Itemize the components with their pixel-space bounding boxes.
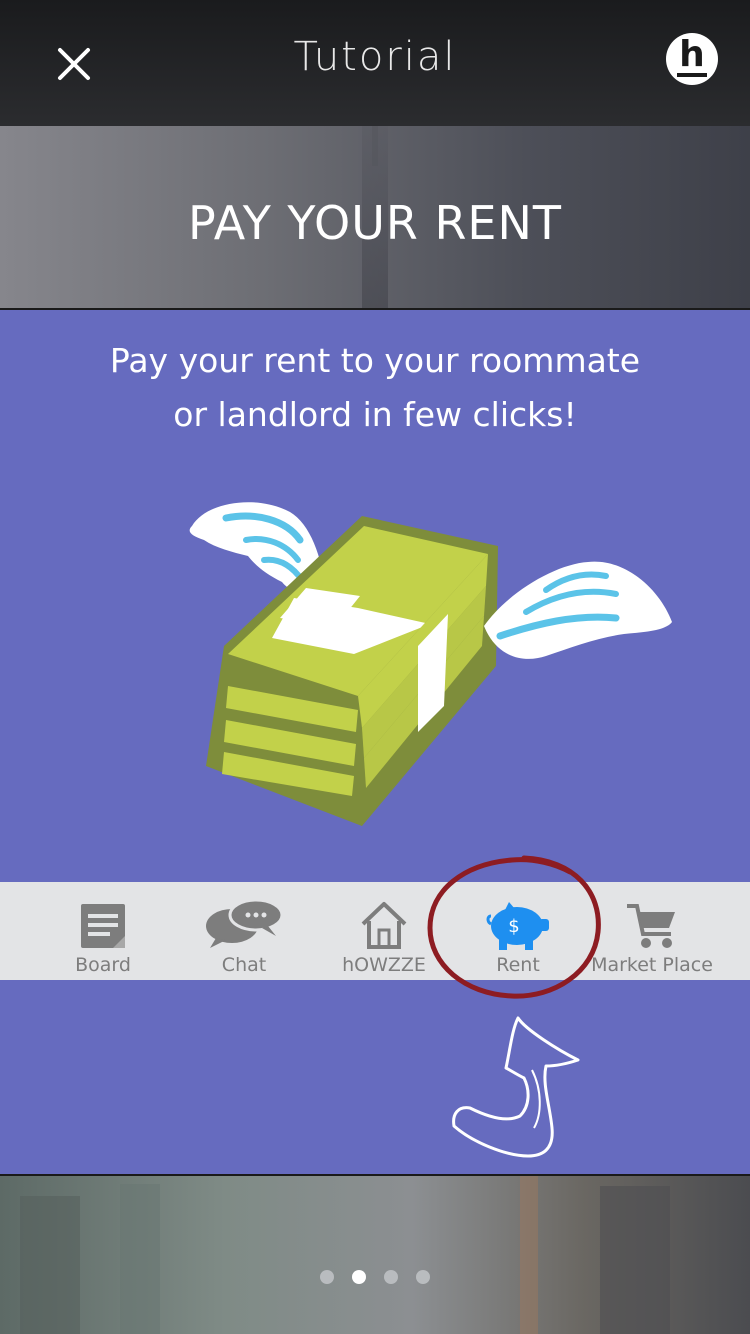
tab-label-chat: Chat xyxy=(221,954,267,976)
tutorial-panel: Pay your rent to your roommate or landlo… xyxy=(0,310,750,1174)
page-dot-4[interactable] xyxy=(416,1270,430,1284)
description-line-1: Pay your rent to your roommate xyxy=(109,341,641,380)
tab-board[interactable]: Board xyxy=(56,882,150,980)
tab-label-rent: Rent xyxy=(496,954,540,976)
right-wing xyxy=(484,561,672,659)
page-dot-2-active[interactable] xyxy=(352,1270,366,1284)
tutorial-footer xyxy=(0,1176,750,1334)
tab-chat[interactable]: Chat xyxy=(196,882,292,980)
tutorial-description: Pay your rent to your roommate or landlo… xyxy=(40,334,710,442)
background-building xyxy=(20,1196,80,1334)
tab-market-place[interactable]: Market Place xyxy=(591,882,713,980)
background-building xyxy=(600,1186,670,1334)
chat-icon xyxy=(206,898,284,948)
logo-letter: h xyxy=(677,34,707,77)
pointer-arrow xyxy=(452,1016,580,1158)
board-icon xyxy=(81,904,125,948)
tab-label-market-place: Market Place xyxy=(591,954,713,976)
page-title: Tutorial xyxy=(293,34,457,80)
background-light xyxy=(520,1176,538,1334)
page-indicator xyxy=(0,1270,750,1284)
flying-money-illustration xyxy=(189,502,672,826)
cart-icon xyxy=(627,904,675,948)
tab-label-howzze: hOWZZE xyxy=(342,954,426,976)
tab-rent[interactable]: $ Rent xyxy=(470,882,566,980)
tab-howzze[interactable]: hOWZZE xyxy=(332,882,436,980)
background-tower-spire xyxy=(372,126,378,166)
tab-bar: Board Chat hOWZZE $ Rent Market Place xyxy=(0,882,750,980)
home-icon xyxy=(361,902,407,949)
background-building xyxy=(120,1184,160,1334)
piggy-bank-icon: $ xyxy=(486,902,549,950)
navigation-bar: Tutorial h xyxy=(0,0,750,126)
tab-label-board: Board xyxy=(75,954,131,976)
banner-title: PAY YOUR RENT xyxy=(188,196,562,250)
description-line-2: or landlord in few clicks! xyxy=(173,395,577,434)
app-logo[interactable]: h xyxy=(666,33,718,85)
page-dot-3[interactable] xyxy=(384,1270,398,1284)
svg-text:$: $ xyxy=(508,916,519,937)
page-dot-1[interactable] xyxy=(320,1270,334,1284)
tutorial-banner: PAY YOUR RENT xyxy=(0,126,750,308)
money-stack xyxy=(206,516,498,826)
